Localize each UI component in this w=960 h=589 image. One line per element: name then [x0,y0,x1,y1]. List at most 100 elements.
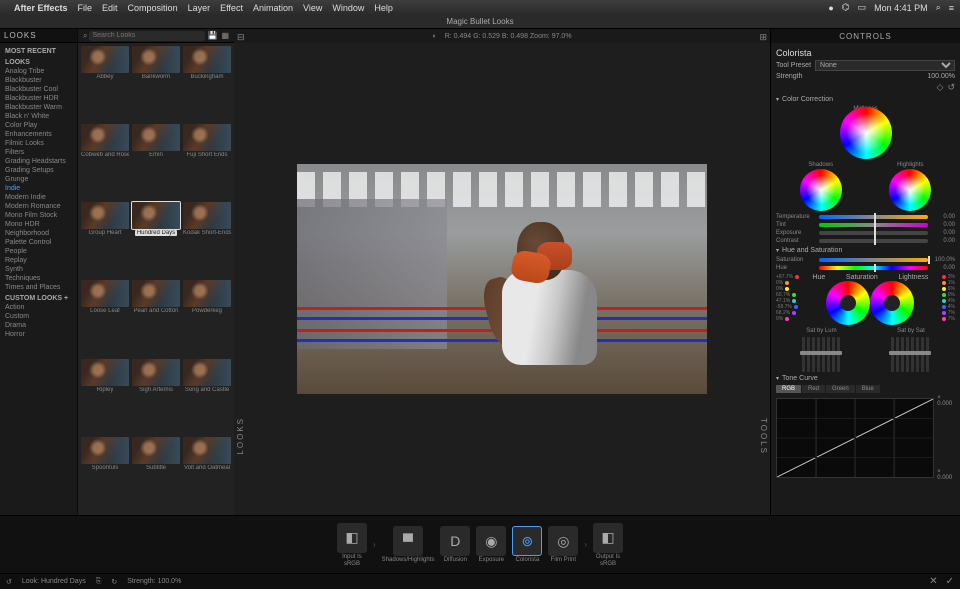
preset-thumb[interactable]: Group Heart [81,202,129,277]
preset-thumb[interactable]: Spoonfuls [81,437,129,512]
midtones-wheel[interactable] [840,107,892,159]
chain-tool[interactable]: ◉Exposure [476,526,506,563]
fader[interactable] [837,337,840,372]
menu-app[interactable]: After Effects [14,3,68,13]
preset-thumb[interactable]: Emin [132,124,180,199]
chain-tool[interactable]: DDiffusion [440,526,470,563]
menu-view[interactable]: View [303,3,322,13]
preset-thumb[interactable]: Fuji Short Ends [183,124,231,199]
looks-category-item[interactable]: Black n' White [2,112,75,121]
looks-category-item[interactable]: Blackbuster HDR [2,94,75,103]
collapse-left-icon[interactable]: ⊟ [237,32,245,43]
preset-thumb[interactable]: Subtitle [132,437,180,512]
grid-toggle-icon[interactable]: ▦ [221,31,229,40]
preset-thumb[interactable]: Kodak Short-Ends [183,202,231,277]
looks-drawer-label[interactable]: LOOKS [236,417,245,455]
battery-icon[interactable]: ▭ [858,2,867,13]
tone-curve-editor[interactable] [776,398,934,478]
looks-category-item[interactable]: Custom [2,312,75,321]
looks-category-item[interactable]: Grunge [2,175,75,184]
chain-tool[interactable]: ◧Output IssRGB [593,523,623,567]
undo-icon[interactable]: ↺ [6,578,12,586]
preset-thumb[interactable]: Ripley [81,359,129,434]
looks-category-item[interactable]: Blackbuster Cool [2,85,75,94]
looks-category-item[interactable]: Palette Control [2,238,75,247]
search-icon[interactable]: ⌕ [936,2,941,13]
chain-tool[interactable]: ▀Shadows/Highlights [382,526,435,563]
looks-category-item[interactable]: Filmic Looks [2,139,75,148]
looks-category-item[interactable]: Blackbuster [2,76,75,85]
curve-tab-red[interactable]: Red [802,385,825,393]
chain-tool[interactable]: ◧Input IssRGB [337,523,367,567]
looks-category-item[interactable]: Modern Romance [2,202,75,211]
looks-category-item[interactable]: Analog Tribe [2,67,75,76]
keyframe-icon[interactable]: ◇ [937,82,944,93]
looks-category-item[interactable]: People [2,247,75,256]
hsl-sat-wheel[interactable] [870,281,914,325]
looks-category-item[interactable]: Neighborhood [2,229,75,238]
slider-tint[interactable] [819,223,928,227]
preset-thumb[interactable]: Loose Leaf [81,280,129,355]
slider-contrast[interactable] [819,239,928,243]
menu-file[interactable]: File [78,3,93,13]
strength-value[interactable]: 100.00% [927,73,955,80]
preset-grid[interactable]: AbbeyBankwormBuckingham Cobweb and RoseEm… [78,43,234,515]
eyedrop-icon[interactable]: ◐ [432,33,436,40]
menu-effect[interactable]: Effect [220,3,243,13]
save-icon[interactable]: ⎘ [96,578,102,586]
hsl-hue-wheel[interactable] [826,281,870,325]
preset-thumb[interactable]: Bankworm [132,46,180,121]
menu-help[interactable]: Help [374,3,393,13]
clock[interactable]: Mon 4:41 PM [874,3,928,13]
menu-layer[interactable]: Layer [188,3,211,13]
looks-category-item[interactable]: Replay [2,256,75,265]
scopes-icon[interactable]: ⊞ [759,32,767,43]
menu-extra-icon[interactable]: ≡ [949,3,954,13]
preset-thumb[interactable]: Abbey [81,46,129,121]
preset-thumb[interactable]: Volt and Oatmeal [183,437,231,512]
tools-drawer-label[interactable]: TOOLS [759,418,768,455]
apply-icon[interactable]: ✓ [946,576,954,587]
looks-category-item[interactable]: Grading Setups [2,166,75,175]
looks-category-item[interactable]: Action [2,303,75,312]
tool-preset-select[interactable]: None [815,60,955,71]
preset-thumb[interactable]: Powderkeg [183,280,231,355]
menu-window[interactable]: Window [332,3,364,13]
save-preset-icon[interactable]: 💾 [207,31,217,40]
looks-category-item[interactable]: Modern Indie [2,193,75,202]
preset-thumb[interactable]: Sigh Artemis [132,359,180,434]
shadows-wheel[interactable] [800,169,842,211]
looks-category-item[interactable]: Filters [2,148,75,157]
looks-category-item[interactable]: Mono Film Stock [2,211,75,220]
preset-thumb[interactable]: Song and Castle [183,359,231,434]
preset-thumb[interactable]: Buckingham [183,46,231,121]
slider-exposure[interactable] [819,231,928,235]
looks-category-item[interactable]: Techniques [2,274,75,283]
highlights-wheel[interactable] [889,169,931,211]
slider-hue[interactable] [819,266,928,270]
reset-look-icon[interactable]: ↻ [111,578,117,586]
looks-category-item[interactable]: Drama [2,321,75,330]
looks-category-item[interactable]: Horror [2,330,75,339]
looks-category-item[interactable]: Times and Places [2,283,75,292]
fader[interactable] [926,337,929,372]
looks-category-item[interactable]: Indie [2,184,75,193]
curve-tab-blue[interactable]: Blue [856,385,880,393]
looks-category-item[interactable]: Blackbuster Warm [2,103,75,112]
chain-tool[interactable]: ◎Film Print [548,526,578,563]
preset-search-input[interactable] [89,31,205,41]
chain-tool[interactable]: ⊚Colorista [512,526,542,563]
menu-edit[interactable]: Edit [102,3,118,13]
slider-saturation[interactable] [819,258,928,262]
looks-category-list[interactable]: MOST RECENTLOOKSAnalog TribeBlackbusterB… [0,43,77,515]
looks-category-item[interactable]: Mono HDR [2,220,75,229]
menu-composition[interactable]: Composition [128,3,178,13]
looks-category-item[interactable]: Color Play [2,121,75,130]
preset-thumb[interactable]: Hundred Days [132,202,180,277]
curve-tab-rgb[interactable]: RGB [776,385,801,393]
tone-curve-group[interactable]: Tone Curve [776,375,955,382]
preset-thumb[interactable]: Cobweb and Rose [81,124,129,199]
reset-icon[interactable]: ↺ [947,82,955,93]
hue-sat-group[interactable]: Hue and Saturation [776,247,955,254]
preview-viewport[interactable] [234,43,770,515]
